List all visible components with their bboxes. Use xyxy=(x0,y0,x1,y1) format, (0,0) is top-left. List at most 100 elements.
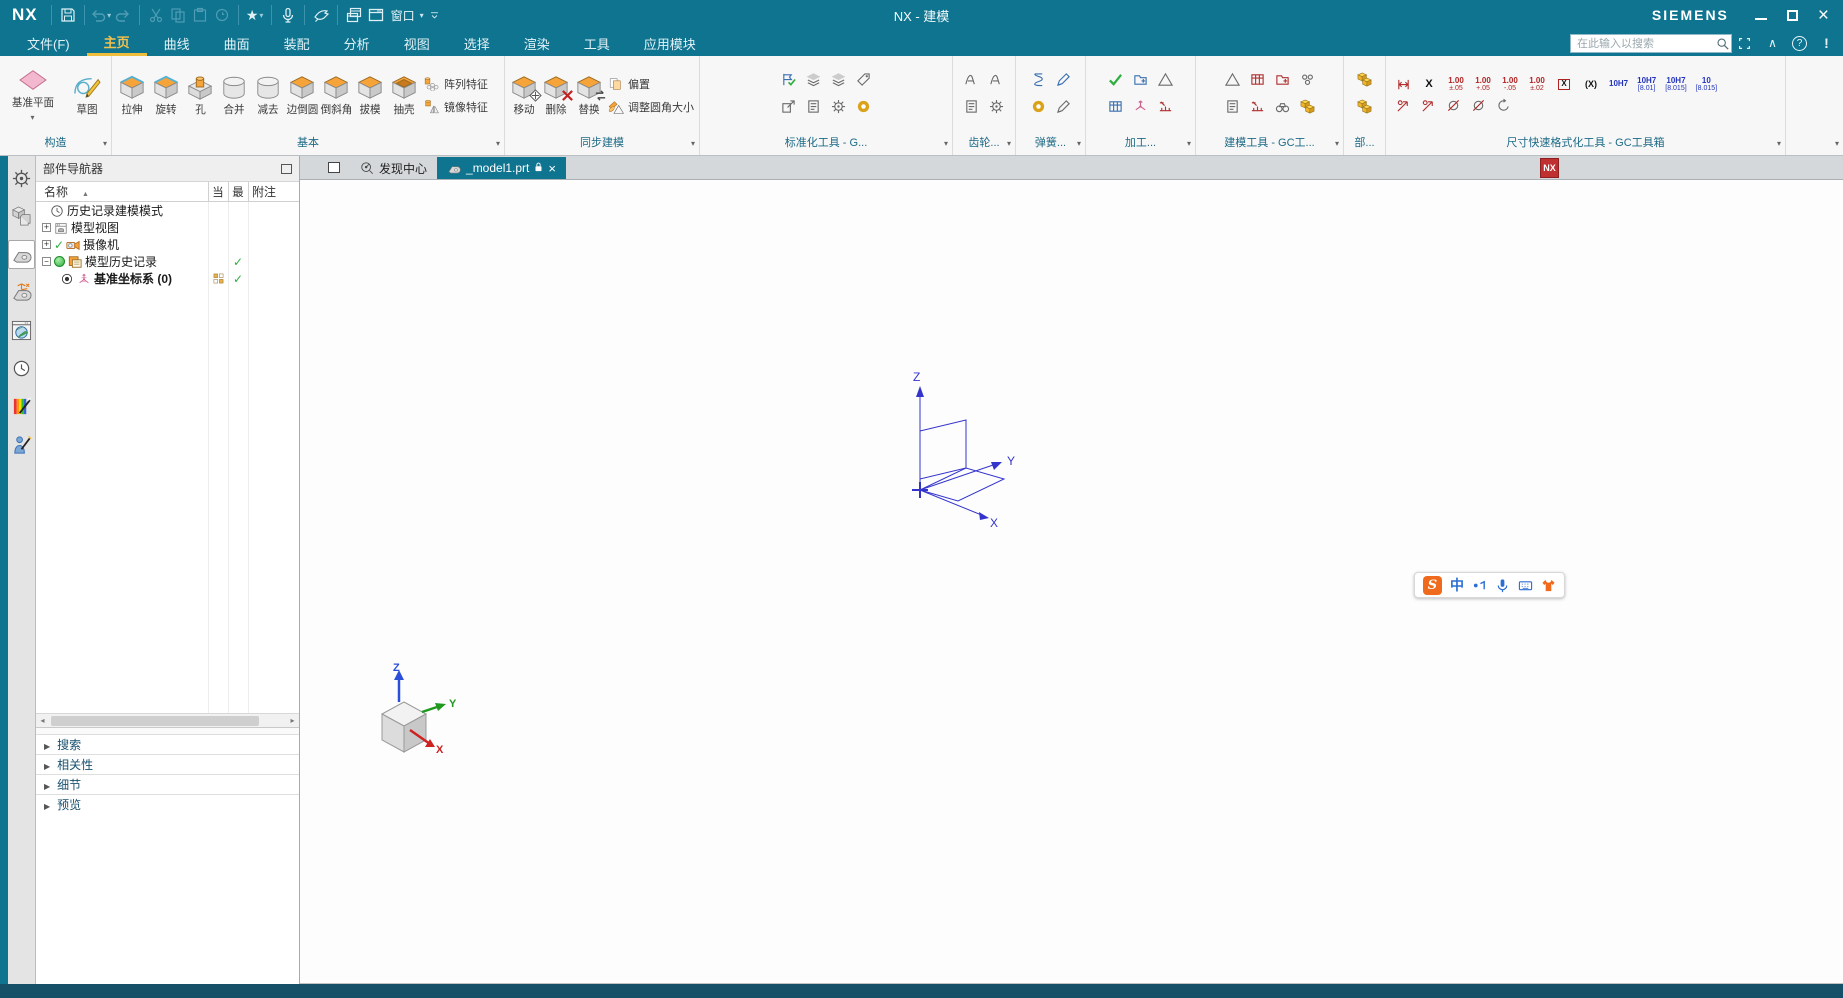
group-caret-icon[interactable] xyxy=(1077,134,1081,153)
close-tab-icon[interactable] xyxy=(548,161,556,176)
tree-row-model-history[interactable]: 模型历史记录 ✓ xyxy=(36,253,299,270)
scroll-left-icon[interactable] xyxy=(36,714,49,727)
search-icon[interactable] xyxy=(1713,35,1731,53)
folder-add-icon[interactable] xyxy=(1274,72,1290,88)
column-comment[interactable]: 附注 xyxy=(248,183,299,200)
replace-face-button[interactable]: 替换 xyxy=(573,74,605,117)
alert-icon[interactable] xyxy=(1818,35,1835,52)
templates-wizard-icon[interactable] xyxy=(8,430,35,459)
yellow-cubes-icon[interactable] xyxy=(1357,99,1373,115)
layers-icon[interactable] xyxy=(806,72,822,88)
hole-button[interactable]: 孔 xyxy=(183,74,217,117)
expand-icon[interactable] xyxy=(42,223,51,232)
window-menu[interactable]: 窗口 xyxy=(391,7,415,24)
expand-triangle-icon[interactable] xyxy=(44,758,50,772)
menu-home[interactable]: 主页 xyxy=(87,30,147,56)
sketch-check-icon[interactable] xyxy=(781,72,797,88)
horizontal-scrollbar[interactable] xyxy=(36,713,299,727)
column-current[interactable]: 当 xyxy=(209,183,228,199)
tolerance-icon[interactable]: 1.00-.05 xyxy=(1501,77,1519,93)
help-icon[interactable] xyxy=(1792,36,1807,51)
sort-ascending-icon[interactable] xyxy=(82,185,89,199)
gears-icon[interactable] xyxy=(989,99,1005,115)
tab-discovery-center[interactable]: 发现中心 xyxy=(350,157,437,179)
column-latest[interactable]: 最 xyxy=(229,183,248,199)
tree-row-model-views[interactable]: 模型视图 xyxy=(36,219,299,236)
menu-render[interactable]: 渲染 xyxy=(507,30,567,56)
menu-curve[interactable]: 曲线 xyxy=(147,30,207,56)
menu-assemblies[interactable]: 装配 xyxy=(267,30,327,56)
group-caret-icon[interactable] xyxy=(1187,134,1191,153)
circles-icon[interactable] xyxy=(1299,72,1315,88)
measure-icon[interactable] xyxy=(1158,99,1174,115)
binoculars-icon[interactable] xyxy=(1274,99,1290,115)
ime-language-toggle[interactable]: 中 xyxy=(1450,575,1464,595)
layer-settings-icon[interactable] xyxy=(831,72,847,88)
group-label-construction[interactable]: 构造 xyxy=(0,134,111,154)
datum-csys-graphic[interactable] xyxy=(896,376,1016,531)
copy-button[interactable] xyxy=(167,4,189,26)
grid-table-icon[interactable] xyxy=(1249,72,1265,88)
section-dependencies[interactable]: 相关性 xyxy=(36,754,299,774)
notes-icon[interactable] xyxy=(1224,99,1240,115)
rotate-reset-icon[interactable] xyxy=(1495,98,1511,114)
touch-mode-button[interactable] xyxy=(310,4,332,26)
expand-triangle-icon[interactable] xyxy=(44,798,50,812)
sketch-button[interactable]: 草图 xyxy=(67,74,107,117)
web-browser-icon[interactable] xyxy=(8,316,35,345)
minimize-ribbon-icon[interactable] xyxy=(1764,35,1781,52)
reference-dim-icon[interactable]: (X) xyxy=(1582,80,1600,89)
pattern-feature-button[interactable]: 阵列特征 xyxy=(423,76,488,92)
group-label-basic[interactable]: 基本 xyxy=(112,134,504,154)
group-label-machining[interactable]: 加工... xyxy=(1086,134,1195,154)
section-details[interactable]: 细节 xyxy=(36,774,299,794)
ime-toolbar[interactable]: S 中 xyxy=(1414,572,1565,598)
tolerance-icon[interactable]: 1.00+.05 xyxy=(1474,77,1492,93)
group-label-gear[interactable]: 齿轮... xyxy=(953,134,1015,154)
menu-surface[interactable]: 曲面 xyxy=(207,30,267,56)
gear-script-icon[interactable] xyxy=(964,72,980,88)
mirror-feature-button[interactable]: 镜像特征 xyxy=(423,99,488,115)
graphics-viewport[interactable]: Z Y X Z Y X xyxy=(300,180,1843,984)
donut-icon[interactable] xyxy=(856,99,872,115)
ime-keyboard-icon[interactable] xyxy=(1518,578,1533,593)
fullscreen-icon[interactable] xyxy=(1736,35,1753,52)
dimension-width-icon[interactable] xyxy=(1395,77,1411,93)
tolerance-icon[interactable]: 1.00±.02 xyxy=(1528,77,1546,93)
cut-button[interactable] xyxy=(145,4,167,26)
table-icon[interactable] xyxy=(1108,99,1124,115)
maximize-button[interactable] xyxy=(1787,10,1798,21)
group-caret-icon[interactable] xyxy=(691,134,695,153)
part-navigator-icon[interactable] xyxy=(8,240,35,269)
group-label-standardization[interactable]: 标准化工具 - G... xyxy=(700,134,952,154)
menu-selection[interactable]: 选择 xyxy=(447,30,507,56)
tree-row-history-mode[interactable]: 历史记录建模模式 xyxy=(36,202,299,219)
radius-dim-icon[interactable] xyxy=(1395,98,1411,114)
edge-blend-button[interactable]: 边倒圆 xyxy=(285,74,319,117)
delete-face-button[interactable]: 删除 xyxy=(540,74,572,117)
yellow-cubes-icon[interactable] xyxy=(1299,99,1315,115)
window-menu-caret-icon[interactable]: ▾ xyxy=(420,11,424,20)
scrollbar-thumb[interactable] xyxy=(51,716,259,726)
move-face-button[interactable]: 移动 xyxy=(508,74,540,117)
section-search[interactable]: 搜索 xyxy=(36,734,299,754)
constraint-navigator-icon[interactable] xyxy=(8,164,35,193)
boxed-dim-icon[interactable]: X xyxy=(1555,79,1573,89)
resize-blend-button[interactable]: 调整圆角大小 xyxy=(607,99,694,115)
cascade-windows-button[interactable] xyxy=(343,4,365,26)
roles-icon[interactable] xyxy=(8,392,35,421)
undo-button[interactable] xyxy=(90,4,112,26)
group-caret-icon[interactable] xyxy=(103,134,107,153)
tree-row-cameras[interactable]: ✓ 摄像机 xyxy=(36,236,299,253)
gear-icon[interactable] xyxy=(831,99,847,115)
extrude-button[interactable]: 拉伸 xyxy=(115,74,149,117)
fit-10h7-limits-icon[interactable]: 10H7[8.01] xyxy=(1637,77,1656,93)
menu-view[interactable]: 视图 xyxy=(387,30,447,56)
diameter-slash-icon[interactable] xyxy=(1470,98,1486,114)
customize-quick-access-button[interactable] xyxy=(427,4,443,26)
chamfer-button[interactable]: 倒斜角 xyxy=(319,74,353,117)
window-icon[interactable] xyxy=(365,4,387,26)
gear-doc-icon[interactable] xyxy=(964,99,980,115)
reuse-library-icon[interactable] xyxy=(8,278,35,307)
group-caret-icon[interactable] xyxy=(944,134,948,153)
